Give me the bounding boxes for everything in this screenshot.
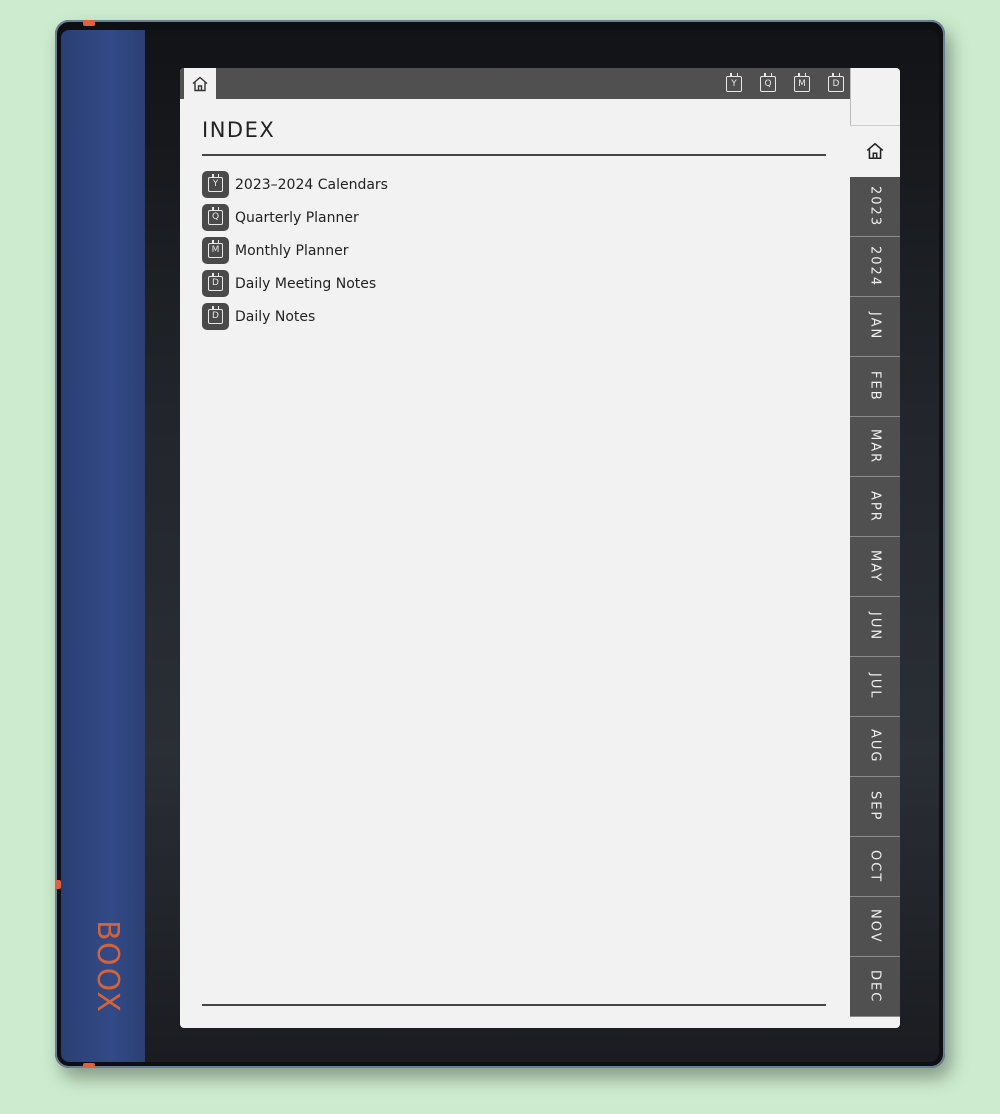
title-divider — [202, 154, 826, 156]
footer-divider — [202, 1004, 826, 1006]
home-icon — [866, 142, 884, 159]
index-item[interactable]: D Daily Meeting Notes — [202, 267, 388, 300]
top-navigation-bar: YQMD — [180, 68, 850, 99]
index-item[interactable]: Y 2023–2024 Calendars — [202, 168, 388, 201]
side-tab-label: JAN — [867, 312, 883, 341]
index-item-label: 2023–2024 Calendars — [235, 176, 388, 193]
side-tab-label: APR — [867, 490, 883, 523]
side-tab-may[interactable]: MAY — [850, 537, 900, 597]
side-tabs: 2023 2024 JAN FEB MAR APR MAY JUN JUL AUG SEP OCT NO… — [850, 177, 900, 1017]
item-badge: Y — [202, 171, 229, 198]
item-badge: D — [202, 303, 229, 330]
side-tab-feb[interactable]: FEB — [850, 357, 900, 417]
calendar-icon: D — [208, 273, 223, 291]
index-item-label: Daily Meeting Notes — [235, 275, 377, 292]
index-item-label: Quarterly Planner — [235, 209, 359, 226]
side-tab-mar[interactable]: MAR — [850, 417, 900, 477]
index-item[interactable]: Q Quarterly Planner — [202, 201, 388, 234]
side-tab-label: MAY — [867, 549, 883, 584]
side-tab-label: MAR — [867, 428, 883, 465]
side-tab-2024[interactable]: 2024 — [850, 237, 900, 297]
side-tab-nov[interactable]: NOV — [850, 897, 900, 957]
device-accent-bottom — [83, 1063, 95, 1068]
side-tab-label: OCT — [867, 849, 883, 884]
side-home-tab[interactable] — [850, 126, 900, 176]
side-tab-jun[interactable]: JUN — [850, 597, 900, 657]
side-tab-aug[interactable]: AUG — [850, 717, 900, 777]
calendar-icon: M — [208, 240, 223, 258]
side-tab-label: NOV — [867, 909, 883, 944]
item-badge: D — [202, 270, 229, 297]
side-tab-label: JUL — [867, 673, 883, 700]
index-item-label: Daily Notes — [235, 308, 316, 325]
side-tab-strip: 2023 2024 JAN FEB MAR APR MAY JUN JUL AUG SEP OCT NO… — [850, 68, 900, 1028]
side-tab-label: AUG — [867, 729, 883, 764]
page-title: INDEX — [202, 118, 276, 142]
side-tab-oct[interactable]: OCT — [850, 837, 900, 897]
index-item-label: Monthly Planner — [235, 242, 349, 259]
device-accent-top — [83, 20, 95, 26]
planner-screen: YQMD INDEX Y 2023–2024 Calendars Q Quarterl… — [180, 68, 900, 1028]
side-tab-label: SEP — [867, 791, 883, 822]
top-shortcuts: YQMD — [726, 68, 850, 99]
device-spine — [61, 30, 145, 1062]
calendar-icon[interactable]: M — [794, 72, 810, 92]
home-icon — [192, 76, 208, 91]
side-tab-label: 2023 — [867, 185, 883, 228]
home-tab[interactable] — [184, 68, 216, 99]
side-tab-label: DEC — [867, 969, 883, 1004]
brand-logo: BOOX — [90, 920, 125, 1014]
side-tab-jan[interactable]: JAN — [850, 297, 900, 357]
calendar-icon[interactable]: Y — [726, 72, 742, 92]
side-tab-label: 2024 — [867, 245, 883, 288]
side-tab-label: FEB — [867, 371, 883, 402]
item-badge: M — [202, 237, 229, 264]
side-tab-dec[interactable]: DEC — [850, 957, 900, 1017]
calendar-icon[interactable]: Q — [760, 72, 776, 92]
side-tab-2023[interactable]: 2023 — [850, 177, 900, 237]
side-tab-apr[interactable]: APR — [850, 477, 900, 537]
side-tab-label: JUN — [867, 611, 883, 642]
calendar-icon[interactable]: D — [828, 72, 844, 92]
side-strip-header — [850, 68, 900, 126]
calendar-icon: Q — [208, 207, 223, 225]
item-badge: Q — [202, 204, 229, 231]
index-item[interactable]: M Monthly Planner — [202, 234, 388, 267]
device-accent-side — [55, 880, 61, 889]
side-tab-jul[interactable]: JUL — [850, 657, 900, 717]
side-tab-sep[interactable]: SEP — [850, 777, 900, 837]
calendar-icon: D — [208, 306, 223, 324]
index-list: Y 2023–2024 Calendars Q Quarterly Planner M M… — [202, 168, 388, 333]
index-item[interactable]: D Daily Notes — [202, 300, 388, 333]
calendar-icon: Y — [208, 174, 223, 192]
